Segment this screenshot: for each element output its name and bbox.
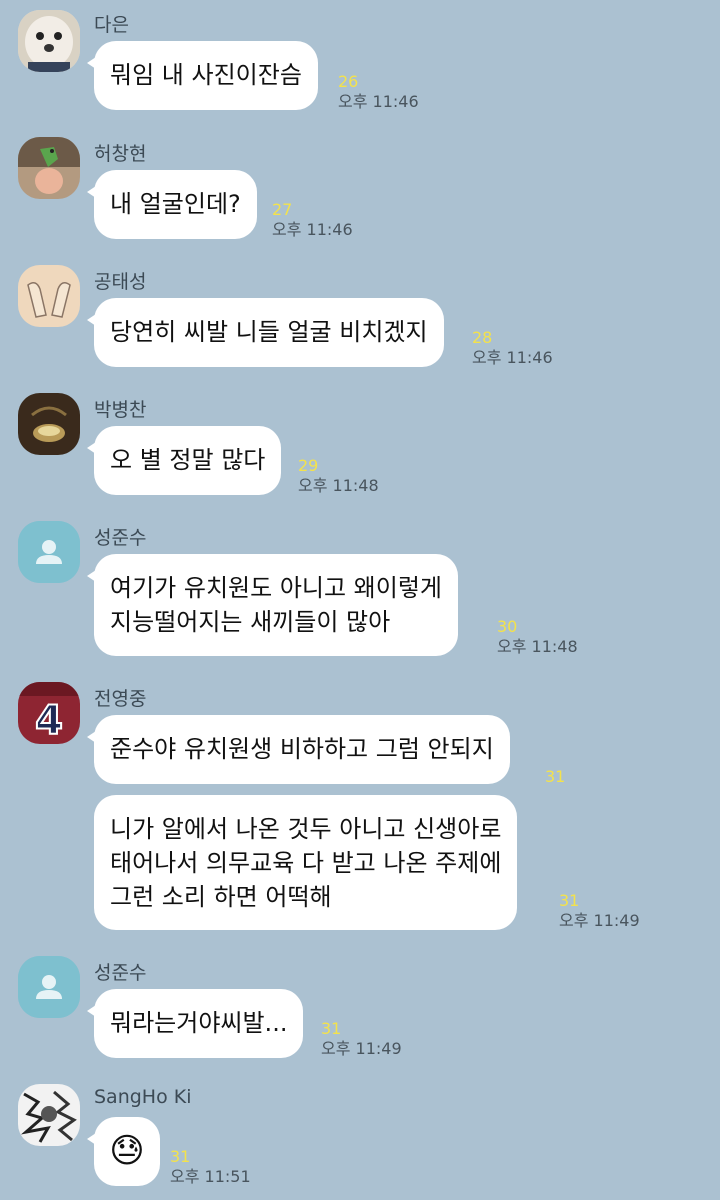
- sender-name: 공태성: [94, 271, 147, 293]
- sender-name: 성준수: [94, 527, 147, 549]
- unread-count: 31: [559, 891, 580, 910]
- unread-count: 31: [321, 1019, 342, 1038]
- puppy-photo-icon[interactable]: [18, 10, 80, 72]
- dinosaur-toy-photo-icon[interactable]: [18, 137, 80, 199]
- default-profile-icon[interactable]: [18, 956, 80, 1018]
- sender-name: 허창현: [94, 143, 147, 165]
- unread-count: 30: [497, 617, 518, 636]
- message-time: 오후 11:49: [559, 911, 640, 930]
- message-bubble[interactable]: 당연히 씨발 니들 얼굴 비치겠지: [87, 298, 444, 367]
- unread-count: 29: [298, 456, 319, 475]
- message-time: 오후 11:48: [497, 637, 578, 656]
- message-line: 그런 소리 하면 어떡해: [110, 883, 332, 911]
- message-bubble[interactable]: 여기가 유치원도 아니고 왜이렇게 지능떨어지는 새끼들이 많아: [86, 554, 459, 656]
- message-bubble[interactable]: 니가 알에서 나온 것두 아니고 신생아로 태어나서 의무교육 다 받고 나온 …: [94, 795, 518, 930]
- unread-count: 28: [472, 328, 493, 347]
- cup-photo-icon[interactable]: [18, 393, 80, 455]
- message-time: 오후 11:48: [298, 476, 379, 495]
- sender-name: SangHo Ki: [94, 1086, 192, 1108]
- message-bubble[interactable]: 뭐라는거야씨발...: [86, 989, 304, 1058]
- message-bubble[interactable]: 오 별 정말 많다: [86, 426, 282, 495]
- message-bubble[interactable]: 준수야 유치원생 비하하고 그럼 안되지: [87, 715, 510, 784]
- sender-name: 다은: [94, 14, 129, 36]
- unread-count: 31: [545, 767, 566, 786]
- unread-count: 31: [170, 1147, 191, 1166]
- jersey-number-4-icon[interactable]: 4: [18, 682, 80, 744]
- sender-name: 전영중: [94, 688, 147, 710]
- unread-count: 26: [338, 72, 359, 91]
- unread-count: 27: [272, 200, 293, 219]
- message-time: 오후 11:46: [338, 92, 419, 111]
- message-time: 오후 11:51: [170, 1167, 251, 1186]
- message-line: 니가 알에서 나온 것두 아니고 신생아로: [110, 815, 502, 843]
- message-line: 지능떨어지는 새끼들이 많아: [110, 608, 391, 636]
- message-time: 오후 11:46: [472, 348, 553, 367]
- message-time: 오후 11:49: [321, 1039, 402, 1058]
- message-time: 오후 11:46: [272, 220, 353, 239]
- sender-name: 박병찬: [94, 399, 147, 421]
- feet-sketch-icon[interactable]: [18, 265, 80, 327]
- message-bubble[interactable]: 내 얼굴인데?: [87, 170, 257, 239]
- sender-name: 성준수: [94, 962, 147, 984]
- sketch-portrait-icon[interactable]: [18, 1084, 80, 1146]
- message-bubble[interactable]: 뭐임 내 사진이잔슴: [87, 41, 318, 110]
- message-line: 여기가 유치원도 아니고 왜이렇게: [110, 574, 443, 602]
- message-line: 태어나서 의무교육 다 받고 나온 주제에: [110, 849, 502, 877]
- message-bubble[interactable]: 😓: [87, 1117, 160, 1186]
- default-profile-icon[interactable]: [18, 521, 80, 583]
- sweat-face-emoji-icon: 😓: [109, 1131, 145, 1171]
- svg-text:4: 4: [35, 698, 63, 744]
